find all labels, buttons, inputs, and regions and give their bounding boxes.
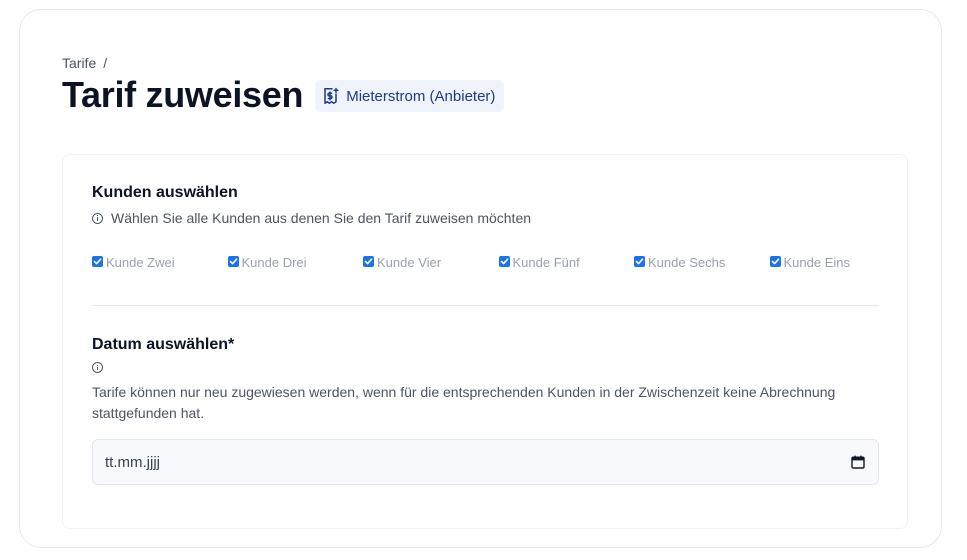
customer-label: Kunde Vier <box>377 255 442 270</box>
checkbox-checked-icon[interactable] <box>227 255 239 267</box>
checkbox-checked-icon[interactable] <box>92 255 103 267</box>
info-icon <box>92 212 103 224</box>
customer-checkbox-list: Kunde Zwei Kunde Drei Kunde Vier Kunde F… <box>92 255 905 270</box>
calendar-icon[interactable] <box>851 455 865 469</box>
breadcrumb-separator: / <box>103 55 108 71</box>
customers-hint: Wählen Sie alle Kunden aus denen Sie den… <box>92 210 531 226</box>
customer-option[interactable]: Kunde Vier <box>363 255 499 270</box>
title-row: Tarif zuweisen Mieterstrom (Anbieter) <box>62 74 505 116</box>
page-title: Tarif zuweisen <box>62 74 304 115</box>
date-description: Tarife können nur neu zugewiesen werden,… <box>92 384 836 421</box>
receipt-dollar-icon <box>322 87 340 105</box>
date-hint <box>92 362 103 373</box>
breadcrumb: Tarife / <box>62 55 107 71</box>
checkbox-checked-icon[interactable] <box>363 255 374 267</box>
section-divider <box>92 305 879 306</box>
customer-option[interactable]: Kunde Eins <box>769 255 906 270</box>
customer-label: Kunde Sechs <box>648 255 726 270</box>
tariff-badge: Mieterstrom (Anbieter) <box>315 80 505 112</box>
customers-section-title: Kunden auswählen <box>92 184 238 201</box>
customer-option[interactable]: Kunde Zwei <box>92 255 228 270</box>
tariff-badge-label: Mieterstrom (Anbieter) <box>346 87 496 105</box>
customer-option[interactable]: Kunde Drei <box>227 255 364 270</box>
date-section-title: Datum auswählen* <box>92 336 235 353</box>
customer-option[interactable]: Kunde Sechs <box>634 255 770 270</box>
checkbox-checked-icon[interactable] <box>769 255 781 267</box>
customer-label: Kunde Zwei <box>106 255 175 270</box>
date-input[interactable]: tt.mm.jjjj <box>92 439 879 485</box>
customer-label: Kunde Eins <box>783 255 851 270</box>
customers-hint-text: Wählen Sie alle Kunden aus denen Sie den… <box>111 210 532 226</box>
info-icon <box>92 362 103 373</box>
checkbox-checked-icon[interactable] <box>498 255 510 267</box>
customer-option[interactable]: Kunde Fünf <box>498 255 635 270</box>
breadcrumb-link-tarife[interactable]: Tarife <box>62 55 96 71</box>
assign-tariff-form: Kunden auswählen Wählen Sie alle Kunden … <box>62 154 908 529</box>
date-input-placeholder: tt.mm.jjjj <box>105 453 160 471</box>
customer-label: Kunde Fünf <box>512 255 580 270</box>
checkbox-checked-icon[interactable] <box>634 255 645 267</box>
customer-label: Kunde Drei <box>241 255 307 270</box>
